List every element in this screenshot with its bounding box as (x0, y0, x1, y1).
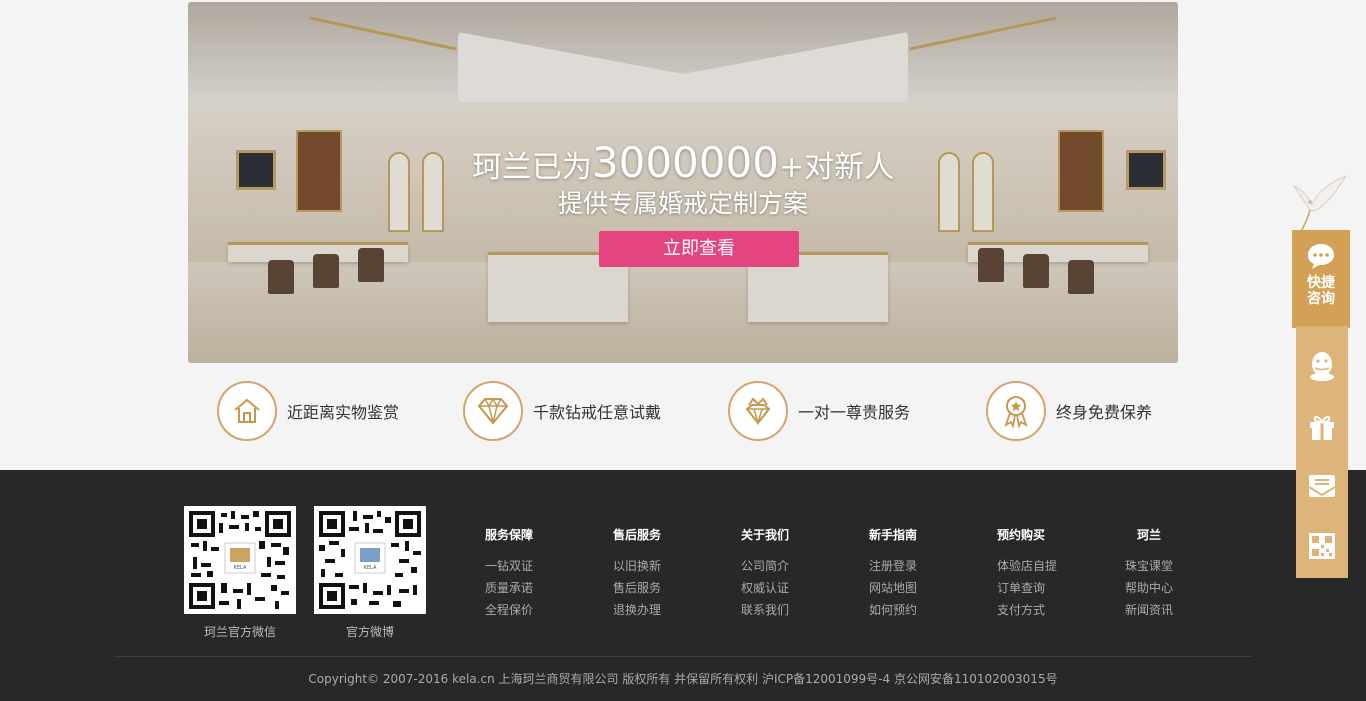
gift-icon (1310, 415, 1334, 440)
footer-link[interactable]: 售后服务 (613, 577, 713, 599)
footer-link[interactable]: 订单查询 (997, 577, 1097, 599)
footer-column-aftersales: 售后服务 以旧换新 售后服务 退换办理 (613, 526, 713, 621)
footer-link[interactable]: 一钻双证 (485, 555, 585, 577)
feature-label: 终身免费保养 (1056, 403, 1153, 422)
house-icon (217, 381, 277, 441)
footer-link[interactable]: 支付方式 (997, 599, 1097, 621)
footer-column-booking: 预约购买 体验店自提 订单查询 支付方式 (997, 526, 1097, 621)
weibo-qr-code: KELA (314, 506, 426, 614)
footer-column-kela: 珂兰 珠宝课堂 帮助中心 新闻资讯 (1125, 526, 1225, 621)
feature-label: 近距离实物鉴赏 (287, 403, 400, 422)
banner-headline-suffix: +对新人 (778, 150, 895, 185)
footer-link[interactable]: 质量承诺 (485, 577, 585, 599)
footer-column-guide: 新手指南 注册登录 网站地图 如何预约 (869, 526, 969, 621)
footer-link[interactable]: 以旧换新 (613, 555, 713, 577)
footer-column-title: 预约购买 (997, 528, 1046, 542)
footer: KELA 珂兰官方微信 KELA 官方微博 服务保障 一钻双证 质量承诺 全程保… (0, 470, 1366, 701)
footer-link[interactable]: 体验店自提 (997, 555, 1097, 577)
gift-button[interactable] (1296, 396, 1348, 456)
feature-item: 终身免费保养 (986, 380, 1152, 442)
feature-label: 千款钻戒任意试戴 (533, 403, 662, 422)
footer-link[interactable]: 如何预约 (869, 599, 969, 621)
feature-item: 千款钻戒任意试戴 (463, 380, 661, 442)
footer-column-title: 新手指南 (869, 528, 918, 542)
footer-column-title: 服务保障 (485, 528, 534, 542)
qr-code-icon (1309, 533, 1335, 559)
crown-diamond-icon (728, 381, 788, 441)
hero-banner[interactable]: 珂兰已为3000000+对新人 提供专属婚戒定制方案 立即查看 (188, 2, 1178, 363)
footer-column-title: 珂兰 (1137, 528, 1162, 542)
feature-item: 一对一尊贵服务 (728, 380, 910, 442)
wechat-qr-caption: 珂兰官方微信 (203, 625, 276, 639)
view-now-button[interactable]: 立即查看 (599, 231, 799, 267)
footer-link[interactable]: 公司简介 (741, 555, 841, 577)
footer-link[interactable]: 网站地图 (869, 577, 969, 599)
footer-column-about: 关于我们 公司简介 权威认证 联系我们 (741, 526, 841, 621)
footer-link[interactable]: 注册登录 (869, 555, 969, 577)
wechat-qr-code: KELA (184, 506, 296, 614)
qq-button[interactable] (1296, 336, 1348, 396)
banner-headline: 珂兰已为3000000+对新人 (188, 138, 1178, 187)
banner-headline-prefix: 珂兰已为 (471, 150, 592, 185)
banner-headline-number: 3000000 (591, 138, 779, 187)
banner-subheadline: 提供专属婚戒定制方案 (557, 189, 808, 218)
footer-link[interactable]: 帮助中心 (1125, 577, 1225, 599)
message-icon (1308, 475, 1336, 497)
footer-link[interactable]: 珠宝课堂 (1125, 555, 1225, 577)
footer-link[interactable]: 新闻资讯 (1125, 599, 1225, 621)
quick-consult-button[interactable]: 快捷咨询 (1292, 230, 1350, 328)
footer-link[interactable]: 退换办理 (613, 599, 713, 621)
diamond-icon (463, 381, 523, 441)
footer-column-title: 关于我们 (741, 528, 790, 542)
dove-icon (1288, 172, 1350, 236)
message-button[interactable] (1296, 456, 1348, 516)
quick-consult-label: 快捷咨询 (1307, 275, 1335, 307)
qr-code-button[interactable] (1296, 516, 1348, 576)
qq-icon (1310, 352, 1334, 381)
svg-text:KELA: KELA (364, 565, 377, 571)
feature-item: 近距离实物鉴赏 (217, 380, 399, 442)
svg-text:KELA: KELA (234, 565, 247, 571)
footer-link[interactable]: 权威认证 (741, 577, 841, 599)
weibo-qr-caption: 官方微博 (345, 625, 394, 639)
footer-divider (114, 656, 1252, 657)
feature-label: 一对一尊贵服务 (798, 403, 911, 422)
footer-link[interactable]: 全程保价 (485, 599, 585, 621)
copyright-text: Copyright© 2007-2016 kela.cn 上海珂兰商贸有限公司 … (308, 672, 1058, 686)
footer-link[interactable]: 联系我们 (741, 599, 841, 621)
footer-column-title: 售后服务 (613, 528, 662, 542)
chat-bubble-icon (1308, 244, 1334, 269)
footer-column-service: 服务保障 一钻双证 质量承诺 全程保价 (485, 526, 585, 621)
medal-icon (986, 381, 1046, 441)
